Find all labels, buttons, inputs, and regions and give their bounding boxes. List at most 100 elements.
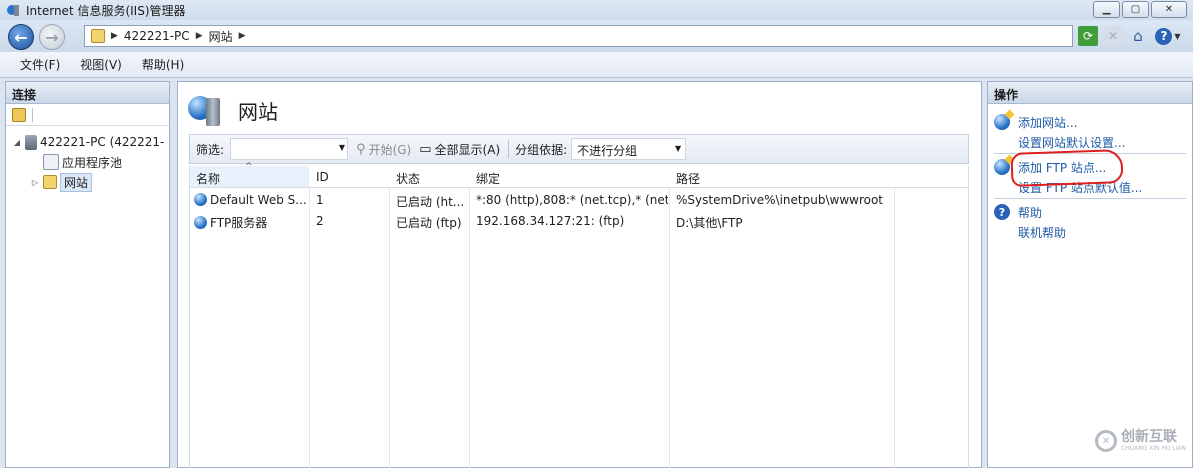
site-name: FTP服务器 [210,216,268,230]
arrow-left-icon: ← [14,27,28,47]
app-pool-icon [43,154,59,170]
home-button[interactable]: ⌂ [1128,26,1148,46]
menu-bar: 文件(F) 视图(V) 帮助(H) [0,52,1193,78]
show-all-label: 全部显示(A) [434,142,501,157]
website-globe-icon [194,193,207,206]
sites-folder-icon [43,175,57,189]
navigation-bar: ← → ▶ 422221-PC ▶ 网站 ▶ ⟳ ✕ ⌂ ? ▼ [0,20,1193,52]
watermark: ✕ 创新互联 CHUANG XIN HU LIAN [1095,430,1186,452]
filter-bar: 筛选: ▼ ⚲ 开始(G) ▭ 全部显示(A) 分组依据: 不进行分组 ▼ [189,134,969,164]
go-button[interactable]: ⚲ 开始(G) [356,141,411,158]
maximize-button[interactable]: ▢ [1122,1,1149,18]
show-all-button[interactable]: ▭ 全部显示(A) [419,141,500,158]
site-binding: *:80 (http),808:* (net.tcp),* (net.... [476,193,668,207]
stop-icon: ✕ [1107,29,1119,43]
site-status: 已启动 (ht... [396,195,465,209]
tree-node-app-pools[interactable]: 应用程序池 [6,152,169,172]
collapse-arrow-icon[interactable]: ◢ [12,138,22,147]
address-bar[interactable]: ▶ 422221-PC ▶ 网站 ▶ [84,25,1073,47]
actions-header: 操作 [988,82,1192,104]
actions-pane: 操作 添加网站... 设置网站默认设置... 添加 FTP 站点... 设置 F… [987,81,1193,468]
forward-button[interactable]: → [39,24,65,50]
go-label: 开始(G) [368,142,412,157]
table-row[interactable]: Default Web S... 1 已启动 (ht... *:80 (http… [190,190,968,210]
watermark-brand: 创新互联 [1121,429,1177,445]
toolbar-divider [32,107,33,122]
menu-view[interactable]: 视图(V) [73,54,129,75]
window-title: Internet 信息服务(IIS)管理器 [26,4,186,18]
site-status: 已启动 (ftp) [396,216,462,230]
connections-toolbar [6,104,169,126]
chevron-down-icon[interactable]: ▼ [339,143,345,152]
filter-label: 筛选: [196,142,225,157]
filter-divider [508,140,510,158]
refresh-icon: ⟳ [1082,29,1094,43]
column-header-name[interactable]: 名称 [196,170,220,187]
site-id: 1 [316,193,324,207]
sites-table: ^ 名称 ID 状态 绑定 路径 Default Web S... 1 已启动 … [189,162,969,468]
server-icon [25,134,37,150]
sort-ascending-icon: ^ [245,162,253,172]
group-by-select[interactable]: 不进行分组 ▼ [571,138,687,160]
website-globe-icon [194,216,207,229]
minimize-button[interactable]: ▁ [1093,1,1120,18]
iis-app-icon [6,3,20,17]
tree-label-app-pools: 应用程序池 [62,155,123,170]
table-row[interactable]: FTP服务器 2 已启动 (ftp) 192.168.34.127:21: (f… [190,211,968,231]
breadcrumb-chevron-icon[interactable]: ▶ [111,31,118,41]
watermark-logo-icon: ✕ [1095,430,1117,452]
sites-pane: 网站 筛选: ▼ ⚲ 开始(G) ▭ 全部显示(A) 分组依据: 不进行分组 ▼ [177,81,982,468]
column-header-path[interactable]: 路径 [676,170,700,187]
tree-label-sites: 网站 [60,172,93,192]
site-binding: 192.168.34.127:21: (ftp) [476,214,625,228]
site-name: Default Web S... [210,193,307,207]
table-header: ^ 名称 ID 状态 绑定 路径 [190,162,968,188]
website-defaults-link[interactable]: 设置网站默认设置... [1018,134,1125,151]
connections-tree: ◢ 422221-PC (422221- 应用程序池 ▷ 网站 [6,126,169,192]
tree-node-server[interactable]: ◢ 422221-PC (422221- [6,132,169,152]
back-button[interactable]: ← [8,24,34,50]
breadcrumb-server[interactable]: 422221-PC [124,29,190,43]
column-header-id[interactable]: ID [316,170,329,184]
expand-arrow-icon[interactable]: ▷ [30,178,40,187]
minimize-icon: ▁ [1102,4,1111,15]
site-path: D:\其他\FTP [676,216,743,230]
connect-icon[interactable] [12,107,26,122]
help-icon: ? [994,204,1010,220]
help-icon: ? [1155,27,1173,45]
help-menu-button[interactable]: ? ▼ [1153,26,1183,46]
group-by-label: 分组依据: [515,142,568,157]
title-bar: Internet 信息服务(IIS)管理器 ▁ ▢ ✕ [0,0,1193,20]
websites-globe-icon [188,94,224,126]
watermark-sub: CHUANG XIN HU LIAN [1121,445,1187,452]
tree-label-server: 422221-PC (422221- [40,135,165,149]
menu-file[interactable]: 文件(F) [13,54,67,75]
column-header-status[interactable]: 状态 [396,170,420,187]
close-icon: ✕ [1164,4,1174,15]
refresh-button[interactable]: ⟳ [1078,26,1098,46]
connections-pane: 连接 ◢ 422221-PC (422221- 应用程序池 ▷ 网站 [5,81,170,468]
breadcrumb-chevron-icon[interactable]: ▶ [196,31,203,41]
add-ftp-site-icon [994,159,1010,175]
online-help-link[interactable]: 联机帮助 [1018,224,1066,241]
column-header-binding[interactable]: 绑定 [476,170,500,187]
add-website-link[interactable]: 添加网站... [1018,114,1077,131]
show-all-icon: ▭ [419,141,432,157]
connections-header: 连接 [6,82,169,104]
add-website-icon [994,114,1010,130]
tree-node-sites[interactable]: ▷ 网站 [6,172,169,192]
site-id: 2 [316,214,324,228]
sites-folder-icon [91,29,105,43]
annotation-circle [1010,149,1124,187]
filter-input[interactable]: ▼ [230,138,349,160]
menu-help[interactable]: 帮助(H) [135,54,191,75]
chevron-down-icon: ▼ [675,144,682,153]
help-link[interactable]: 帮助 [1018,204,1042,221]
stop-button[interactable]: ✕ [1103,26,1123,46]
breadcrumb-sites[interactable]: 网站 [209,28,233,45]
site-path: %SystemDrive%\inetpub\wwwroot [676,193,883,207]
breadcrumb-chevron-icon[interactable]: ▶ [239,31,246,41]
maximize-icon: ▢ [1130,4,1141,15]
page-title: 网站 [238,99,278,124]
close-button[interactable]: ✕ [1151,1,1187,18]
